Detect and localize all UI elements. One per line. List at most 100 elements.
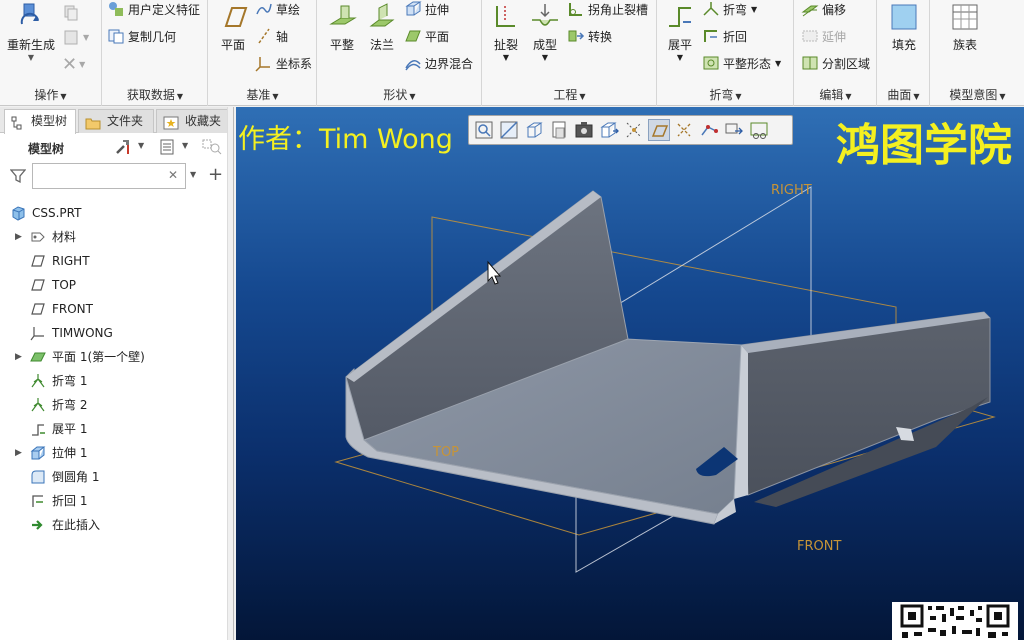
group-engineering-label[interactable]: 工程 ▼ xyxy=(483,87,656,103)
expand-icon[interactable]: ▶ xyxy=(15,441,22,465)
chevron-down-icon[interactable]: ▼ xyxy=(28,53,34,62)
chevron-down-icon[interactable]: ▼ xyxy=(138,141,144,150)
flat-button[interactable]: 平整 xyxy=(324,2,360,53)
tab-model-tree[interactable]: 模型树 xyxy=(4,109,76,134)
group-shapes-label[interactable]: 形状 ▼ xyxy=(318,87,481,103)
split-area-button[interactable]: 分割区域 xyxy=(801,54,870,72)
planar-button[interactable]: 平面 xyxy=(404,27,449,45)
group-operations-label[interactable]: 操作 ▼ xyxy=(0,87,101,103)
zoom-out-icon[interactable] xyxy=(523,119,545,141)
tree-item[interactable]: 折回 1 xyxy=(0,489,232,513)
part-icon xyxy=(10,205,26,221)
expand-icon[interactable]: ▶ xyxy=(15,345,22,369)
tree-item[interactable]: CSS.PRT xyxy=(0,201,232,225)
delete-icon[interactable]: ✕ ▼ xyxy=(62,54,85,75)
brand-watermark: 鸿图学院 xyxy=(836,120,1012,171)
group-bend-label[interactable]: 折弯 ▼ xyxy=(658,87,793,103)
bend-back-label: 折回 xyxy=(723,29,748,44)
datum-point-display-icon[interactable] xyxy=(698,119,720,141)
regenerate-button[interactable]: 重新生成 ▼ xyxy=(6,2,56,62)
tab-folder-browser[interactable]: 文件夹 xyxy=(78,109,154,133)
copy-icon[interactable] xyxy=(62,4,83,22)
filter-icon[interactable] xyxy=(9,168,27,184)
flatten-form-button[interactable]: 平整形态 ▼ xyxy=(702,54,781,72)
filter-input[interactable] xyxy=(32,163,186,189)
tree-item[interactable]: 折弯 1 xyxy=(0,369,232,393)
search-tree-icon[interactable] xyxy=(202,138,222,156)
sketch-button[interactable]: 草绘 xyxy=(255,0,300,18)
paste-icon[interactable]: ▼ xyxy=(62,28,89,46)
tree-item[interactable]: ▶ 材料 xyxy=(0,225,232,249)
tree-item[interactable]: 展平 1 xyxy=(0,417,232,441)
navigator-scrollbar[interactable] xyxy=(227,107,233,640)
flange-button[interactable]: 法兰 xyxy=(364,2,400,53)
tools-icon[interactable] xyxy=(114,138,132,156)
tree-item[interactable]: ▶ 平面 1(第一个壁) xyxy=(0,345,232,369)
corner-relief-button[interactable]: 拐角止裂槽 xyxy=(567,0,648,18)
boundary-blend-button[interactable]: 边界混合 xyxy=(404,54,473,72)
perspective-view-icon[interactable] xyxy=(623,119,645,141)
chevron-down-icon[interactable]: ▼ xyxy=(775,59,781,68)
model-3d-view[interactable] xyxy=(236,107,1024,640)
csys-display-icon[interactable] xyxy=(723,119,745,141)
tree-item[interactable]: 在此插入 xyxy=(0,513,232,537)
group-edit-label[interactable]: 编辑 ▼ xyxy=(795,87,876,103)
graphics-viewport[interactable]: RIGHT TOP FRONT 作者：Tim Wong 鸿图学院 xyxy=(236,107,1024,640)
repaint-icon[interactable] xyxy=(548,119,570,141)
offset-button[interactable]: 偏移 xyxy=(801,0,846,18)
tree-item[interactable]: 倒圆角 1 xyxy=(0,465,232,489)
chevron-down-icon[interactable]: ▼ xyxy=(182,141,188,150)
tree-item-label: 折弯 1 xyxy=(52,374,88,388)
form-label: 成型 xyxy=(532,38,557,52)
datum-label-front[interactable]: FRONT xyxy=(797,539,841,554)
datum-label-right[interactable]: RIGHT xyxy=(771,183,812,198)
bend-back-button[interactable]: 折回 xyxy=(702,27,747,45)
chevron-down-icon[interactable]: ▼ xyxy=(503,53,509,62)
datum-plane-button[interactable]: 平面 xyxy=(215,2,251,53)
add-icon[interactable]: + xyxy=(208,164,223,185)
csys-button[interactable]: 坐标系 xyxy=(255,54,312,72)
tree-item[interactable]: TOP xyxy=(0,273,232,297)
extend-button[interactable]: 延伸 xyxy=(801,27,846,45)
group-get-data-label[interactable]: 获取数据 ▼ xyxy=(103,87,207,103)
chevron-down-icon[interactable]: ▼ xyxy=(751,5,757,14)
group-surface-label[interactable]: 曲面 ▼ xyxy=(878,87,929,103)
refit-icon[interactable] xyxy=(473,119,495,141)
tree-item[interactable]: ▶ 拉伸 1 xyxy=(0,441,232,465)
tree-item[interactable]: TIMWONG xyxy=(0,321,232,345)
unbend-button[interactable]: 展平 ▼ xyxy=(662,2,698,62)
tree-item[interactable]: RIGHT xyxy=(0,249,232,273)
axis-button[interactable]: 轴 xyxy=(255,27,288,45)
extend-icon xyxy=(801,27,819,45)
datum-label-top[interactable]: TOP xyxy=(433,445,459,460)
regenerate-label: 重新生成 xyxy=(6,38,55,52)
author-watermark: 作者：Tim Wong xyxy=(238,124,453,155)
expand-icon[interactable]: ▶ xyxy=(15,225,22,249)
datum-axis-display-icon[interactable] xyxy=(673,119,695,141)
family-table-button[interactable]: 族表 xyxy=(945,2,985,53)
tree-item[interactable]: 折弯 2 xyxy=(0,393,232,417)
clear-filter-icon[interactable]: ✕ xyxy=(168,168,178,182)
view-manager-icon[interactable] xyxy=(598,119,620,141)
chevron-down-icon[interactable]: ▼ xyxy=(190,170,196,179)
extrude-button[interactable]: 拉伸 xyxy=(404,0,449,18)
group-datum-label[interactable]: 基准 ▼ xyxy=(209,87,316,103)
bend-button[interactable]: 折弯 ▼ xyxy=(702,0,757,18)
copy-geometry-button[interactable]: 复制几何 xyxy=(107,27,176,45)
fill-button[interactable]: 填充 xyxy=(884,2,924,53)
user-defined-feature-button[interactable]: 用户定义特征 xyxy=(107,0,200,18)
navigator-tabs: 模型树 文件夹 收藏夹 xyxy=(0,107,233,134)
tree-item[interactable]: FRONT xyxy=(0,297,232,321)
chevron-down-icon[interactable]: ▼ xyxy=(542,53,548,62)
group-model-intent-label[interactable]: 模型意图 ▼ xyxy=(931,87,1024,103)
annotation-display-icon[interactable] xyxy=(748,119,770,141)
rip-button[interactable]: 扯裂 ▼ xyxy=(487,2,525,62)
convert-button[interactable]: 转换 xyxy=(567,27,612,45)
show-icon[interactable] xyxy=(158,138,176,156)
form-button[interactable]: 成型 ▼ xyxy=(527,2,563,62)
chevron-down-icon[interactable]: ▼ xyxy=(677,53,683,62)
saved-orientations-icon[interactable] xyxy=(573,119,595,141)
zoom-in-icon[interactable] xyxy=(498,119,520,141)
tab-favorites[interactable]: 收藏夹 xyxy=(156,109,230,133)
datum-plane-display-icon[interactable] xyxy=(648,119,670,141)
